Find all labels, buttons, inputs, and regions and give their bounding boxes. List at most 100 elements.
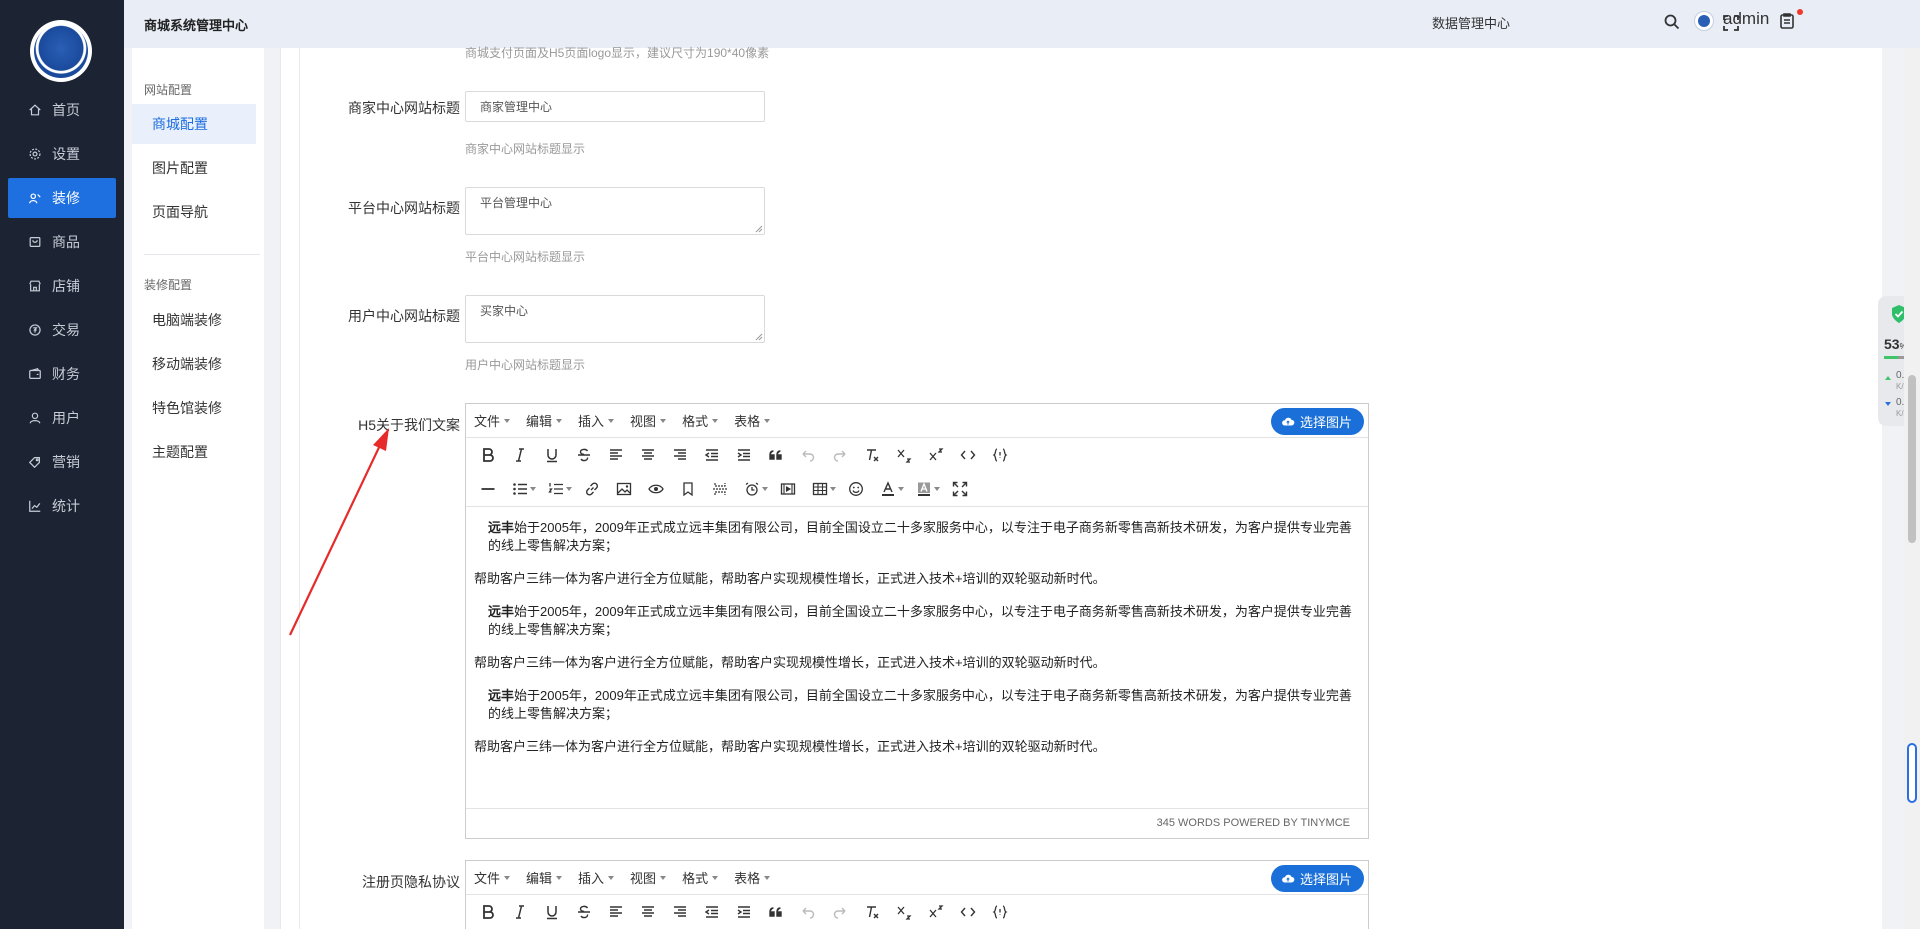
subscript-icon[interactable] xyxy=(888,441,920,469)
brand-logo[interactable] xyxy=(30,20,92,82)
logo-hint: 商城支付页面及H5页面logo显示，建议尺寸为190*40像素 xyxy=(465,46,770,60)
strikethrough-icon[interactable] xyxy=(568,898,600,926)
align-center-icon[interactable] xyxy=(632,898,664,926)
nav-item-stats[interactable]: 统计 xyxy=(8,486,116,526)
undo-icon[interactable] xyxy=(792,441,824,469)
strikethrough-icon[interactable] xyxy=(568,441,600,469)
menu-view[interactable]: 视图 xyxy=(630,868,667,887)
submenu-item-mobile-decor[interactable]: 移动端装修 xyxy=(132,344,256,384)
main-sidebar: 首页 设置 装修 商品 店铺 交易 财务 用户 营销 统计 xyxy=(0,0,124,929)
annotation-arrow-icon xyxy=(289,428,389,636)
submenu-item-mall-config[interactable]: 商城配置 xyxy=(132,104,256,144)
data-center-link[interactable]: 数据管理中心 xyxy=(1432,13,1510,32)
code-icon[interactable] xyxy=(952,441,984,469)
clear-format-icon[interactable] xyxy=(856,441,888,469)
menu-file[interactable]: 文件 xyxy=(474,411,511,430)
undo-icon[interactable] xyxy=(792,898,824,926)
code-icon[interactable] xyxy=(952,898,984,926)
nav-item-finance[interactable]: 财务 xyxy=(8,354,116,394)
menu-format[interactable]: 格式 xyxy=(682,411,719,430)
select-image-button[interactable]: 选择图片 xyxy=(1270,865,1364,892)
submenu-item-page-nav[interactable]: 页面导航 xyxy=(132,192,256,232)
resize-grip-icon[interactable] xyxy=(755,333,763,341)
image-icon[interactable] xyxy=(608,475,640,503)
underline-icon[interactable] xyxy=(536,441,568,469)
menu-edit[interactable]: 编辑 xyxy=(526,411,563,430)
clear-format-icon[interactable] xyxy=(856,898,888,926)
italic-icon[interactable] xyxy=(504,898,536,926)
menu-table[interactable]: 表格 xyxy=(734,868,771,887)
nav-item-marketing[interactable]: 营销 xyxy=(8,442,116,482)
blockquote-icon[interactable] xyxy=(760,441,792,469)
nav-item-user[interactable]: 用户 xyxy=(8,398,116,438)
about-us-editor: 文件 编辑 插入 视图 格式 表格 选择图片 远丰始于2005年，2009年正式… xyxy=(465,403,1369,839)
emoji-icon[interactable] xyxy=(840,475,872,503)
menu-insert[interactable]: 插入 xyxy=(578,411,615,430)
nav-item-settings[interactable]: 设置 xyxy=(8,134,116,174)
menu-insert[interactable]: 插入 xyxy=(578,868,615,887)
align-left-icon[interactable] xyxy=(600,441,632,469)
align-center-icon[interactable] xyxy=(632,441,664,469)
caret-icon[interactable] xyxy=(830,487,836,491)
nav-item-goods[interactable]: 商品 xyxy=(8,222,116,262)
menu-edit[interactable]: 编辑 xyxy=(526,868,563,887)
select-image-button[interactable]: 选择图片 xyxy=(1270,408,1364,435)
user-name[interactable]: admin xyxy=(1723,9,1769,29)
align-left-icon[interactable] xyxy=(600,898,632,926)
submenu-item-pc-decor[interactable]: 电脑端装修 xyxy=(132,300,256,340)
menu-file[interactable]: 文件 xyxy=(474,868,511,887)
caret-icon[interactable] xyxy=(898,487,904,491)
outdent-icon[interactable] xyxy=(696,441,728,469)
caret-icon[interactable] xyxy=(762,487,768,491)
page-scrollbar[interactable] xyxy=(1904,48,1920,929)
notification-clipboard-icon[interactable] xyxy=(1778,12,1796,30)
code-sample-icon[interactable] xyxy=(984,898,1016,926)
outdent-icon[interactable] xyxy=(696,898,728,926)
fullscreen-icon[interactable] xyxy=(944,475,976,503)
italic-icon[interactable] xyxy=(504,441,536,469)
resize-grip-icon[interactable] xyxy=(755,225,763,233)
scrollbar-thumb[interactable] xyxy=(1908,375,1916,543)
nav-item-trade[interactable]: 交易 xyxy=(8,310,116,350)
editor-content[interactable]: 远丰始于2005年，2009年正式成立远丰集团有限公司，目前全国设立二十多家服务… xyxy=(466,506,1368,808)
nav-item-decoration[interactable]: 装修 xyxy=(8,178,116,218)
search-icon[interactable] xyxy=(1663,13,1681,31)
merchant-title-input[interactable]: 商家管理中心 xyxy=(465,91,765,122)
caret-icon[interactable] xyxy=(934,487,940,491)
caret-icon xyxy=(712,418,719,423)
bookmark-icon[interactable] xyxy=(672,475,704,503)
menu-format[interactable]: 格式 xyxy=(682,868,719,887)
align-right-icon[interactable] xyxy=(664,898,696,926)
user-title-textarea[interactable]: 买家中心 xyxy=(465,295,765,343)
scroll-indicator[interactable] xyxy=(1907,743,1917,803)
submenu-item-feature-decor[interactable]: 特色馆装修 xyxy=(132,388,256,428)
link-icon[interactable] xyxy=(576,475,608,503)
indent-icon[interactable] xyxy=(728,898,760,926)
underline-icon[interactable] xyxy=(536,898,568,926)
indent-icon[interactable] xyxy=(728,441,760,469)
page-break-icon[interactable] xyxy=(704,475,736,503)
redo-icon[interactable] xyxy=(824,898,856,926)
bold-icon[interactable] xyxy=(472,441,504,469)
submenu-item-image-config[interactable]: 图片配置 xyxy=(132,148,256,188)
nav-item-home[interactable]: 首页 xyxy=(8,90,116,130)
media-icon[interactable] xyxy=(772,475,804,503)
redo-icon[interactable] xyxy=(824,441,856,469)
subscript-icon[interactable] xyxy=(888,898,920,926)
preview-eye-icon[interactable] xyxy=(640,475,672,503)
superscript-icon[interactable] xyxy=(920,441,952,469)
caret-icon[interactable] xyxy=(566,487,572,491)
superscript-icon[interactable] xyxy=(920,898,952,926)
caret-icon[interactable] xyxy=(530,487,536,491)
menu-table[interactable]: 表格 xyxy=(734,411,771,430)
platform-title-textarea[interactable]: 平台管理中心 xyxy=(465,187,765,235)
horizontal-line-icon[interactable] xyxy=(472,475,504,503)
code-sample-icon[interactable] xyxy=(984,441,1016,469)
blockquote-icon[interactable] xyxy=(760,898,792,926)
submenu-item-theme-config[interactable]: 主题配置 xyxy=(132,432,256,472)
avatar[interactable] xyxy=(1694,11,1714,31)
menu-view[interactable]: 视图 xyxy=(630,411,667,430)
bold-icon[interactable] xyxy=(472,898,504,926)
nav-item-shop[interactable]: 店铺 xyxy=(8,266,116,306)
align-right-icon[interactable] xyxy=(664,441,696,469)
